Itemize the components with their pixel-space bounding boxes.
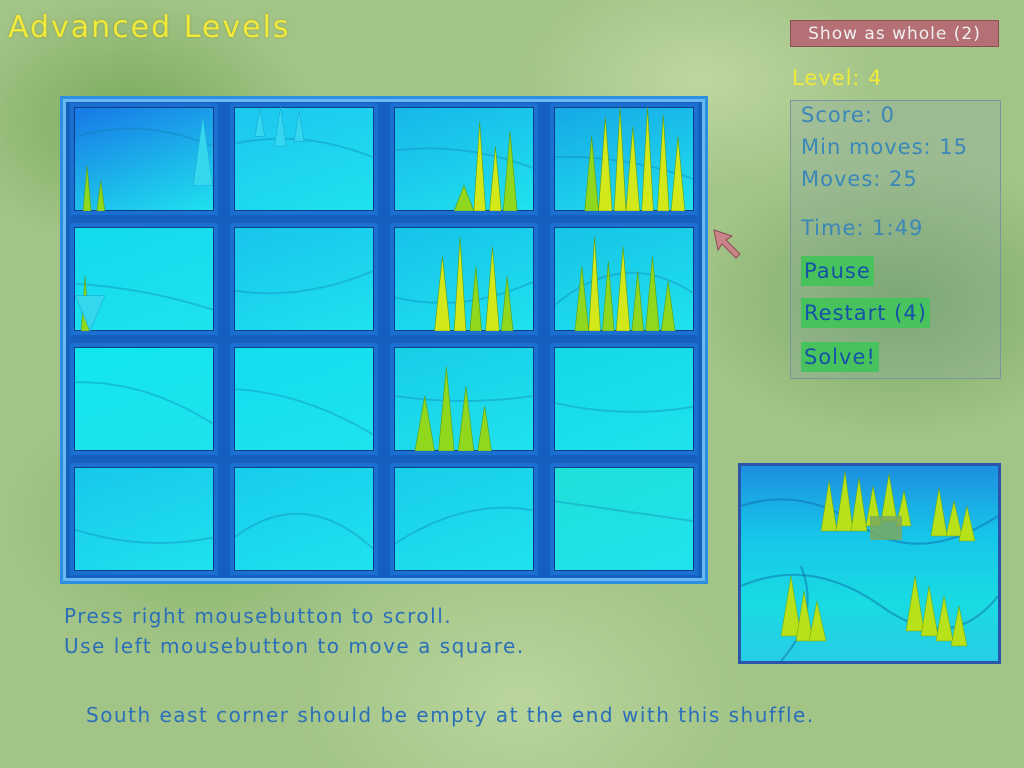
min-moves-display: Min moves: 15 xyxy=(801,135,969,159)
tile-image xyxy=(235,388,374,436)
puzzle-tile[interactable] xyxy=(550,463,698,575)
puzzle-tile[interactable] xyxy=(550,223,698,335)
tile-image xyxy=(75,528,213,544)
tile-image xyxy=(395,121,534,211)
tile-image xyxy=(74,276,213,331)
tile-image xyxy=(75,116,214,211)
puzzle-tile[interactable] xyxy=(390,463,538,575)
tile-image xyxy=(555,107,693,211)
solution-preview xyxy=(738,463,1001,664)
puzzle-tile[interactable] xyxy=(390,343,538,455)
tile-image xyxy=(234,512,374,550)
puzzle-tile[interactable] xyxy=(230,343,378,455)
tile-image xyxy=(75,381,214,425)
preview-image xyxy=(741,470,998,661)
puzzle-tile[interactable] xyxy=(70,103,218,215)
mouse-pointer-icon xyxy=(713,229,741,259)
show-as-whole-button[interactable]: Show as whole (2) xyxy=(790,20,999,47)
puzzle-board xyxy=(60,96,708,584)
tile-image xyxy=(554,236,694,331)
tile-image xyxy=(555,500,693,522)
level-indicator: Level: 4 xyxy=(792,66,883,90)
tile-image xyxy=(394,506,533,545)
instruction-move: Use left mousebutton to move a square. xyxy=(64,634,525,658)
instruction-scroll: Press right mousebutton to scroll. xyxy=(64,604,453,628)
score-display: Score: 0 xyxy=(801,103,895,127)
shuffle-hint: South east corner should be empty at the… xyxy=(86,703,815,727)
puzzle-tile[interactable] xyxy=(390,223,538,335)
game-title: Advanced Levels xyxy=(8,10,291,45)
puzzle-tile[interactable] xyxy=(70,223,218,335)
stats-panel: Score: 0 Min moves: 15 Moves: 25 Time: 1… xyxy=(790,100,1001,379)
puzzle-tile[interactable] xyxy=(230,223,378,335)
solve-button[interactable]: Solve! xyxy=(801,342,879,372)
moves-display: Moves: 25 xyxy=(801,167,918,191)
tile-image xyxy=(395,366,533,451)
tile-image xyxy=(235,107,374,158)
tile-image xyxy=(395,236,534,331)
puzzle-tile[interactable] xyxy=(550,103,698,215)
puzzle-tile[interactable] xyxy=(550,343,698,455)
puzzle-tile[interactable] xyxy=(70,343,218,455)
time-display: Time: 1:49 xyxy=(801,216,924,240)
pause-button[interactable]: Pause xyxy=(801,256,874,286)
puzzle-tile[interactable] xyxy=(230,103,378,215)
puzzle-tile[interactable] xyxy=(390,103,538,215)
puzzle-tile[interactable] xyxy=(230,463,378,575)
restart-button[interactable]: Restart (4) xyxy=(801,298,930,328)
puzzle-tile[interactable] xyxy=(70,463,218,575)
tile-image xyxy=(555,401,693,413)
tile-image xyxy=(235,270,374,295)
